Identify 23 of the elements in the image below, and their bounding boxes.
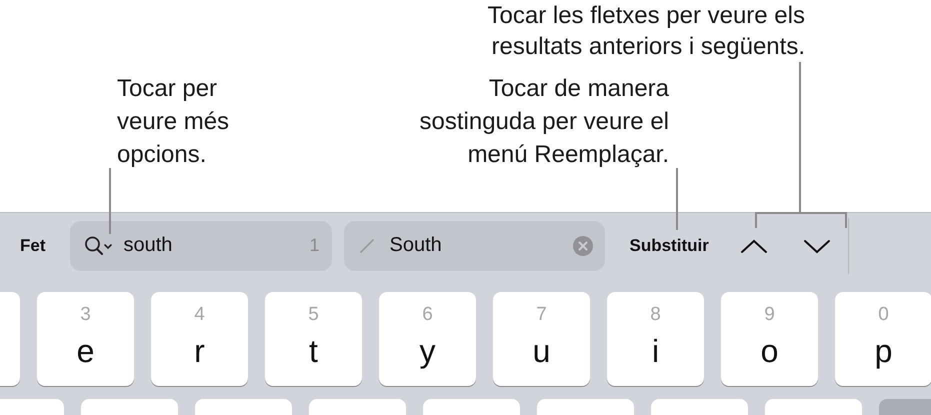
pencil-icon — [358, 236, 376, 254]
keyboard-key[interactable]: 0 p — [835, 292, 931, 386]
match-count: 1 — [309, 235, 320, 256]
keyboard-key[interactable]: 6 y — [379, 292, 476, 386]
replace-button[interactable]: Substituir — [630, 236, 709, 256]
keyboard-key[interactable]: 9 o — [721, 292, 818, 386]
search-field[interactable]: south 1 — [70, 220, 332, 270]
search-value: south — [124, 234, 174, 257]
search-options-icon — [84, 234, 114, 256]
keyboard-key[interactable]: 8 i — [607, 292, 704, 386]
keyboard-key[interactable]: 3 e — [37, 292, 134, 386]
leader-line — [676, 168, 678, 230]
leader-line — [109, 168, 111, 234]
callout-text: Tocar per veure més opcions. — [117, 74, 230, 170]
callout-text: Tocar les fletxes per veure els resultats anteriors i següents. — [488, 1, 805, 62]
keyboard-key[interactable]: 4 r — [151, 292, 248, 386]
callout-text: Tocar de manera sostinguda per veure el menú Reemplaçar. — [420, 74, 669, 170]
done-button[interactable]: Fet — [20, 236, 46, 256]
replace-field[interactable]: South — [344, 220, 604, 270]
replace-value: South — [390, 234, 443, 257]
keyboard-key[interactable]: 7 u — [493, 292, 590, 386]
clear-icon[interactable] — [572, 236, 592, 256]
keyboard-key[interactable]: 5 t — [265, 292, 362, 386]
